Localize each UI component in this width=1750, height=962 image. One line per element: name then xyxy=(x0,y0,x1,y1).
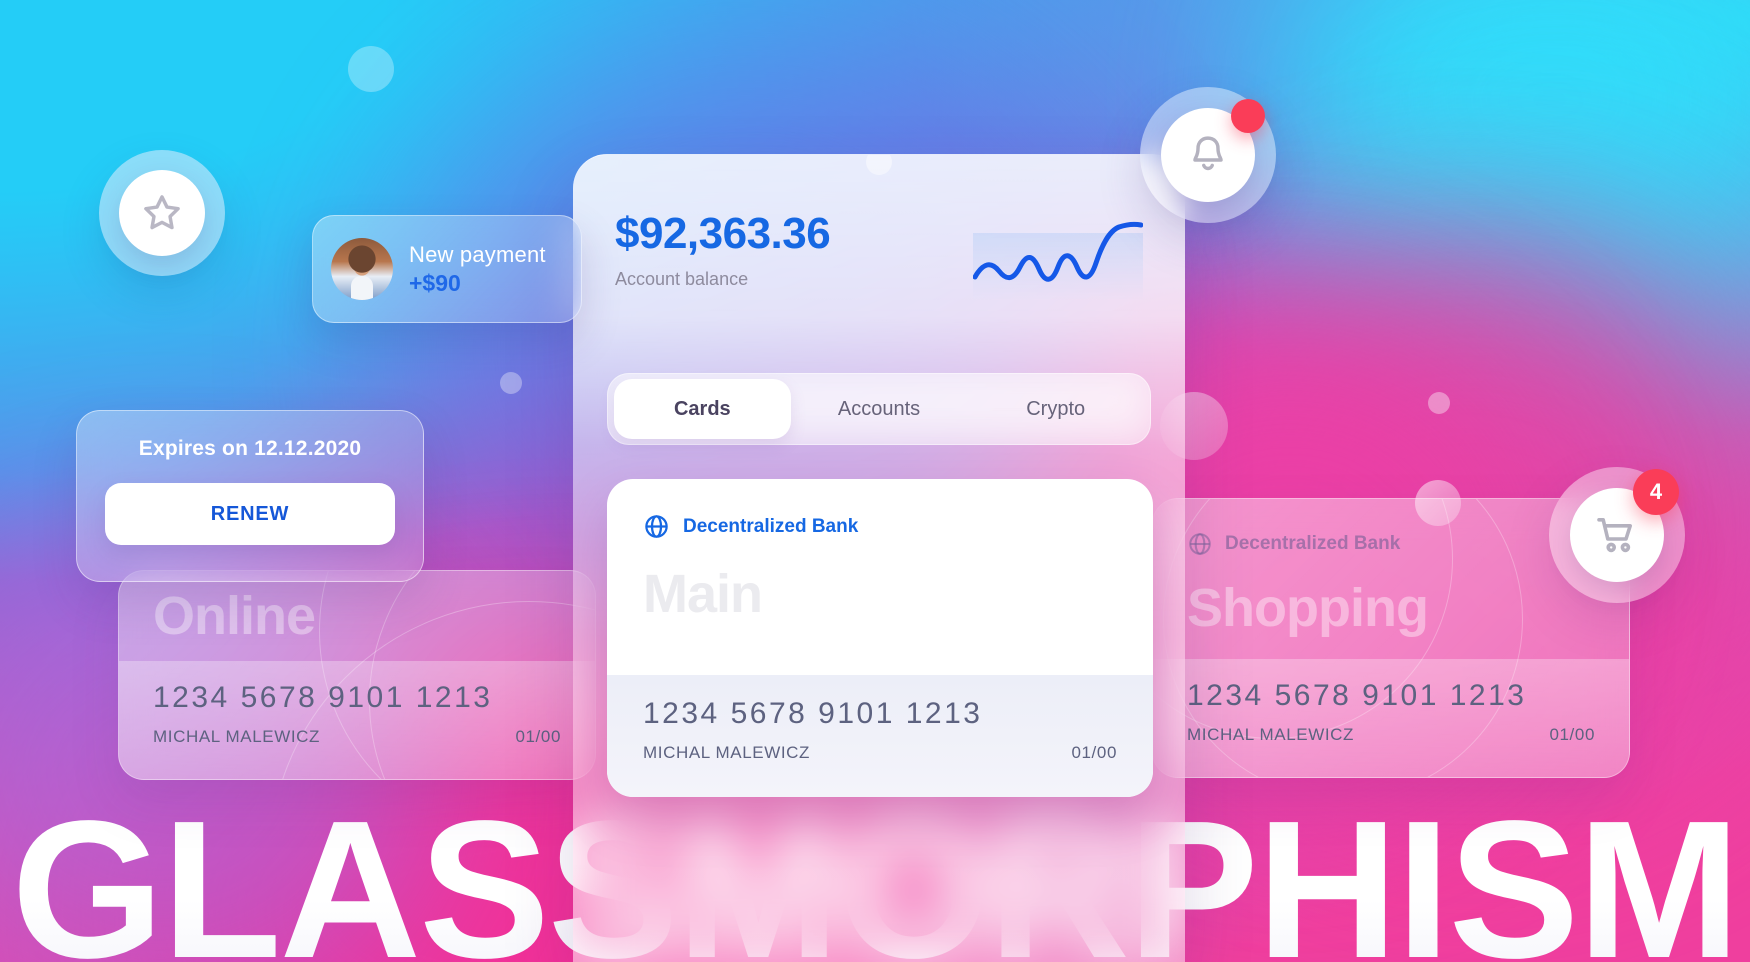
tab-crypto[interactable]: Crypto xyxy=(967,379,1144,439)
card-shopping-number: 1234 5678 9101 1213 xyxy=(1187,679,1527,712)
balance-text-block: $92,363.36 Account balance xyxy=(615,209,831,290)
card-online[interactable]: Online 1234 5678 9101 1213 MICHAL MALEWI… xyxy=(118,570,596,780)
card-main-bank: Decentralized Bank xyxy=(643,513,1117,540)
card-online-expiry: 01/00 xyxy=(515,727,561,746)
card-shopping-bank-name: Decentralized Bank xyxy=(1225,533,1401,554)
card-main-holder: MICHAL MALEWICZ xyxy=(643,743,811,762)
phone-panel: $92,363.36 Account balance Cards Account… xyxy=(573,154,1185,962)
decor-bubble xyxy=(348,46,394,92)
globe-icon xyxy=(645,515,668,538)
card-online-number: 1234 5678 9101 1213 xyxy=(153,681,493,714)
phone-camera-notch xyxy=(866,155,892,175)
card-online-title: Online xyxy=(153,586,316,646)
decor-bubble xyxy=(1415,480,1461,526)
card-shopping-bank: Decentralized Bank xyxy=(1187,531,1400,557)
favorites-button[interactable] xyxy=(99,150,225,276)
sparkline-chart-icon xyxy=(973,215,1143,299)
card-main-top: Decentralized Bank Main xyxy=(607,479,1153,675)
card-shopping-holder: MICHAL MALEWICZ xyxy=(1187,725,1355,744)
star-icon xyxy=(144,195,180,230)
card-shopping-title: Shopping xyxy=(1187,578,1429,638)
tab-cards[interactable]: Cards xyxy=(614,379,791,439)
balance-amount: $92,363.36 xyxy=(615,209,831,258)
shopping-cart-icon xyxy=(1597,518,1632,553)
payment-toast-title: New payment xyxy=(409,241,546,267)
card-main[interactable]: Decentralized Bank Main 1234 5678 9101 1… xyxy=(607,479,1153,797)
bell-icon xyxy=(1193,136,1223,171)
card-main-bank-name: Decentralized Bank xyxy=(683,515,859,537)
renew-card: Expires on 12.12.2020 RENEW xyxy=(76,410,424,582)
notification-badge-dot xyxy=(1231,99,1265,133)
cart-badge-count: 4 xyxy=(1633,469,1679,515)
card-main-expiry: 01/00 xyxy=(1071,743,1117,762)
card-online-details: 1234 5678 9101 1213 MICHAL MALEWICZ 01/0… xyxy=(119,661,595,779)
card-online-holder: MICHAL MALEWICZ xyxy=(153,727,321,746)
user-avatar-photo xyxy=(331,238,393,300)
payment-toast-amount: +$90 xyxy=(409,269,461,296)
card-shopping-expiry: 01/00 xyxy=(1549,725,1595,744)
decor-bubble xyxy=(1428,392,1450,414)
card-main-number: 1234 5678 9101 1213 xyxy=(643,697,983,730)
card-main-details: 1234 5678 9101 1213 MICHAL MALEWICZ 01/0… xyxy=(607,675,1153,797)
card-main-title: Main xyxy=(643,564,763,624)
renew-title: Expires on 12.12.2020 xyxy=(138,437,362,460)
globe-icon xyxy=(1189,533,1211,555)
decor-bubble xyxy=(500,372,522,394)
renew-button[interactable]: RENEW xyxy=(105,483,395,545)
new-payment-toast[interactable]: New payment +$90 xyxy=(312,215,582,323)
payment-toast-text: New payment +$90 xyxy=(409,242,546,297)
notifications-button[interactable] xyxy=(1140,87,1276,223)
favorites-button-inner xyxy=(119,170,205,256)
balance-section: $92,363.36 Account balance xyxy=(573,209,1185,349)
tab-accounts[interactable]: Accounts xyxy=(791,379,968,439)
renew-button-label: RENEW xyxy=(210,502,290,525)
tab-bar[interactable]: Cards Accounts Crypto xyxy=(607,373,1151,445)
card-shopping-details: 1234 5678 9101 1213 MICHAL MALEWICZ 01/0… xyxy=(1153,659,1629,777)
balance-label: Account balance xyxy=(615,269,749,289)
cart-button[interactable]: 4 xyxy=(1549,467,1685,603)
